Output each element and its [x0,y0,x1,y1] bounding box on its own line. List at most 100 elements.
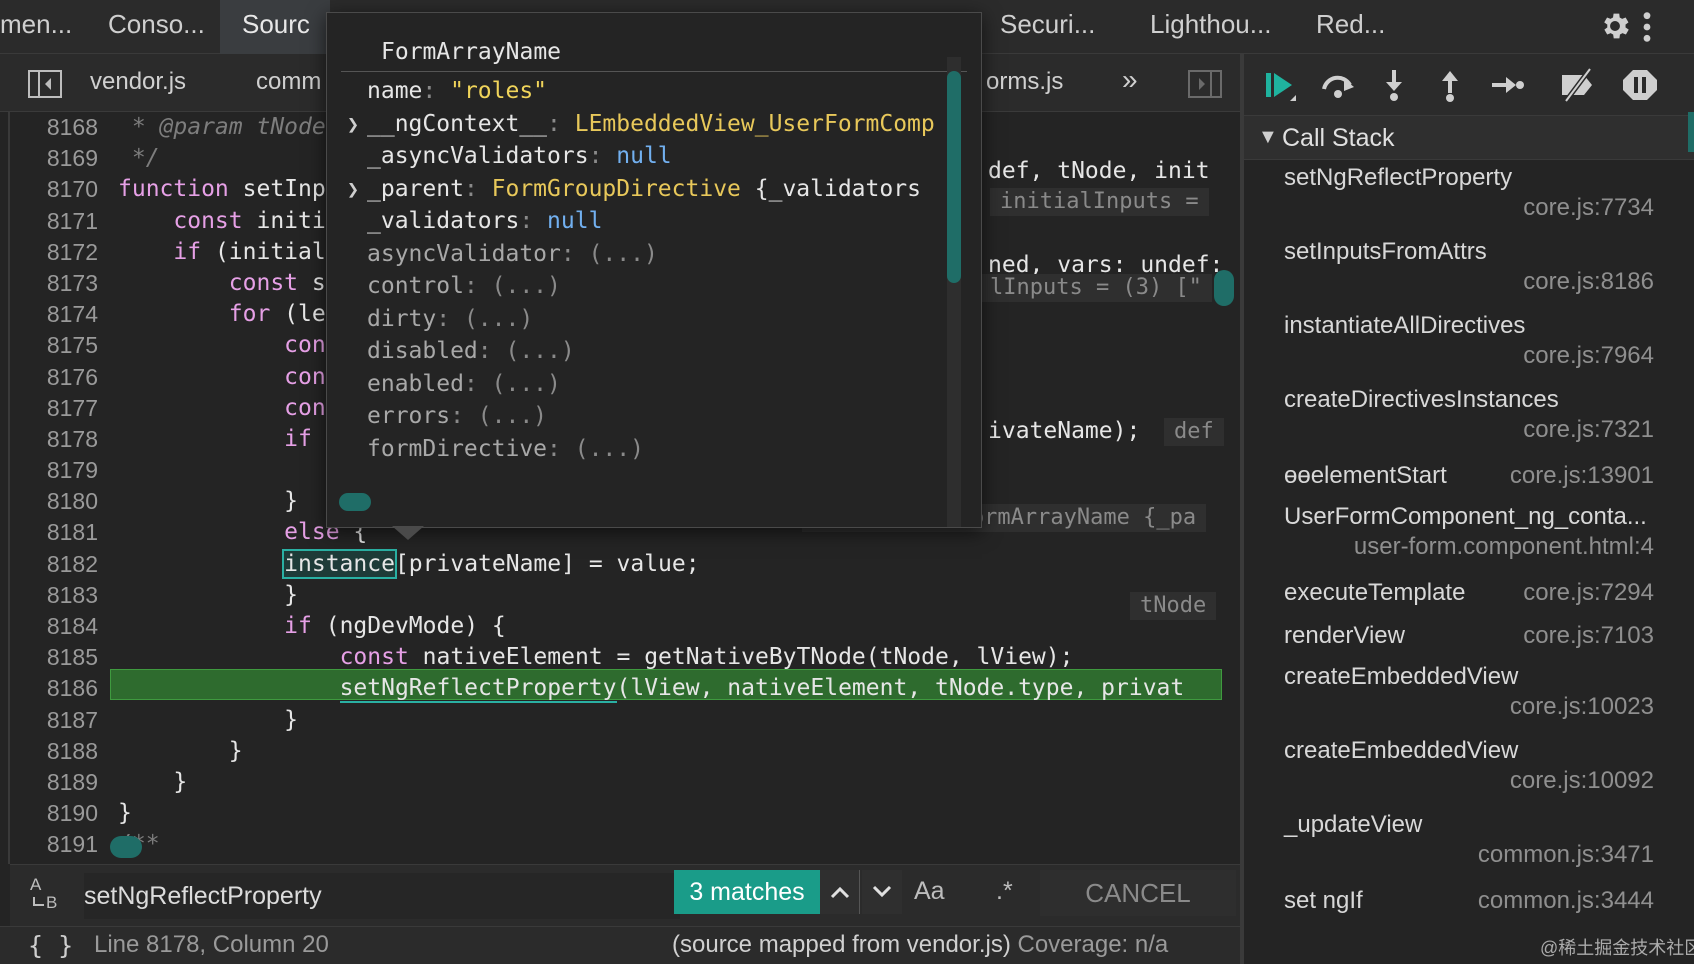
call-frame[interactable]: createDirectivesInstances core.js:7321 [1244,384,1694,458]
popover-property[interactable]: dirty: (...) [327,303,939,336]
file-tab-common[interactable]: comm [256,68,321,96]
pretty-print-button[interactable]: { } [28,931,73,960]
expand-arrow-icon[interactable]: ❯ [347,173,359,206]
expand-arrow-icon[interactable]: ❯ [347,108,359,141]
step-out-icon[interactable] [1430,67,1470,103]
line-number[interactable]: 8179 [12,455,104,486]
popover-property[interactable]: asyncValidator: (...) [327,238,939,271]
popover-property[interactable]: disabled: (...) [327,335,939,368]
line-number[interactable]: 8171 [12,206,104,237]
call-frame[interactable]: renderView core.js:7103 [1244,618,1694,661]
line-number[interactable]: 8186 [12,673,104,704]
line-number[interactable]: 8185 [12,642,104,673]
line-number[interactable]: 8170 [12,174,104,205]
hovered-variable[interactable]: instance [282,548,397,579]
popover-property[interactable]: _asyncValidators: null [327,140,939,173]
step-into-icon[interactable] [1374,67,1414,103]
popover-property[interactable]: ❯ _parent: FormGroupDirective {_validator… [327,173,939,206]
popover-property[interactable]: ❯ __ngContext__: LEmbeddedView_UserFormCo… [327,108,939,141]
next-match-button[interactable] [862,870,902,914]
call-frame[interactable]: executeTemplate core.js:7294 [1244,575,1694,618]
call-frame[interactable]: setNgReflectProperty core.js:7734 [1244,162,1694,236]
toggle-replace-icon[interactable]: A B [26,875,66,917]
popover-property[interactable]: _validators: null [327,205,939,238]
tab-console[interactable]: Conso... [108,0,205,54]
call-frame[interactable]: instantiateAllDirectives core.js:7964 [1244,310,1694,384]
line-number[interactable]: 8175 [12,330,104,361]
popover-hscroll-thumb[interactable] [339,493,371,511]
line-number[interactable]: 8169 [12,143,104,174]
line-number[interactable]: 8178 [12,424,104,455]
call-frame[interactable]: _updateView common.js:3471 [1244,809,1694,883]
frame-location[interactable]: core.js:7321 [1523,416,1654,444]
call-frame[interactable]: setInputsFromAttrs core.js:8186 [1244,236,1694,310]
cancel-button[interactable]: CANCEL [1040,870,1236,916]
line-number[interactable]: 8177 [12,393,104,424]
gear-icon[interactable] [1598,9,1632,43]
file-tab-forms-js[interactable]: orms.js [986,68,1063,96]
call-stack-header[interactable]: ▼ Call Stack [1244,116,1694,160]
pause-on-exceptions-icon[interactable] [1620,67,1660,103]
line-number[interactable]: 8184 [12,611,104,642]
call-frame[interactable]: ɵɵelementStart core.js:13901 [1244,458,1694,501]
editor-hscroll-thumb[interactable] [110,836,142,858]
frame-location[interactable]: core.js:8186 [1523,268,1654,296]
tab-lighthouse[interactable]: Lighthou... [1150,0,1271,54]
deactivate-breakpoints-icon[interactable] [1558,67,1598,103]
frame-location[interactable]: core.js:10092 [1510,767,1654,795]
sidebar-scroll-thumb[interactable] [1688,112,1694,152]
popover-property[interactable]: formDirective: (...) [327,433,939,466]
frame-location[interactable]: core.js:7964 [1523,342,1654,370]
frame-location[interactable]: common.js:3471 [1478,841,1654,869]
file-tab-vendor-js[interactable]: vendor.js [90,68,186,96]
frame-location[interactable]: core.js:10023 [1510,693,1654,721]
more-options-icon[interactable] [1640,10,1654,44]
search-input[interactable] [84,873,680,919]
call-frame[interactable]: UserFormComponent_ng_conta... user-form.c… [1244,501,1694,575]
popover-property[interactable]: enabled: (...) [327,368,939,401]
step-over-icon[interactable] [1318,67,1358,103]
line-number[interactable]: 8181 [12,517,104,548]
resume-icon[interactable] [1260,67,1300,103]
line-number[interactable]: 8183 [12,580,104,611]
regex-button[interactable]: .* [996,877,1013,906]
line-number[interactable]: 8191 [12,829,104,860]
line-number[interactable]: 8174 [12,299,104,330]
line-number[interactable]: 8187 [12,705,104,736]
popover-property[interactable]: name: "roles" [327,75,939,108]
line-number[interactable]: 8168 [12,112,104,143]
popover-property[interactable]: errors: (...) [327,400,939,433]
frame-location[interactable]: core.js:7294 [1523,579,1654,607]
line-number[interactable]: 8182 [12,549,104,580]
line-number[interactable]: 8173 [12,268,104,299]
frame-location[interactable]: common.js:3444 [1478,887,1654,915]
call-frame[interactable]: set ngIf common.js:3444 [1244,883,1694,926]
more-tabs-button[interactable]: » [1122,64,1138,96]
frame-location[interactable]: core.js:13901 [1510,462,1654,490]
line-number[interactable]: 8189 [12,767,104,798]
popover-scroll-thumb[interactable] [947,71,961,283]
line-number-gutter[interactable]: 8168 8169 8170 8171 8172 8173 8174 8175 8176 8177… [12,112,104,861]
step-icon[interactable] [1486,67,1526,103]
match-case-button[interactable]: Aa [914,877,945,906]
call-frame[interactable]: createEmbeddedView core.js:10023 [1244,661,1694,735]
line-number[interactable]: 8188 [12,736,104,767]
line-number[interactable]: 8180 [12,486,104,517]
line-number[interactable]: 8172 [12,237,104,268]
tab-security[interactable]: Securi... [1000,0,1095,54]
toggle-navigator-icon[interactable] [28,70,62,98]
variable-popover[interactable]: FormArrayName name: "roles" ❯ __ngContext_… [326,12,982,528]
tab-sources[interactable]: Sourc [220,0,330,54]
line-number[interactable]: 8190 [12,798,104,829]
tab-redux[interactable]: Red... [1316,0,1385,54]
popover-property[interactable]: control: (...) [327,270,939,303]
frame-location[interactable]: core.js:7103 [1523,622,1654,650]
tab-elements[interactable]: men... [0,0,72,54]
source-mapped-link[interactable]: (source mapped from vendor.js) [672,931,1011,958]
call-frame[interactable]: createEmbeddedView core.js:10092 [1244,735,1694,809]
editor-scroll-thumb[interactable] [1214,270,1234,306]
frame-location[interactable]: core.js:7734 [1523,194,1654,222]
previous-match-button[interactable] [820,870,860,914]
toggle-debugger-icon[interactable] [1188,70,1222,98]
frame-location[interactable]: user-form.component.html:4 [1354,533,1654,561]
